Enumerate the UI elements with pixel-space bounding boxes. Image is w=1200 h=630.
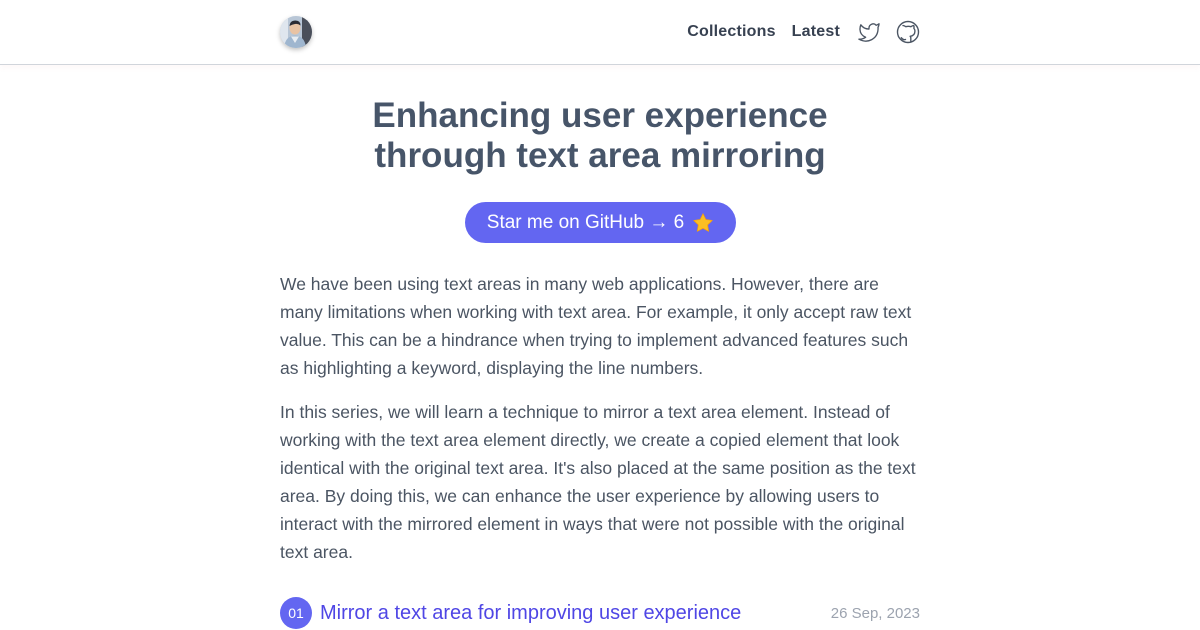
star-icon [693,212,713,232]
star-button-label: Star me on GitHub → 6 [486,211,685,233]
title-line-1: Enhancing user experience [372,96,828,135]
title-line-2: through text area mirroring [374,136,826,175]
nav-latest[interactable]: Latest [792,23,840,41]
main-nav: Collections Latest [687,20,920,44]
post-title-link[interactable]: Mirror a text area for improving user ex… [320,602,741,625]
nav-collections[interactable]: Collections [687,23,775,41]
intro-paragraph-2: In this series, we will learn a techniqu… [280,402,916,562]
avatar-image [280,16,312,48]
github-icon[interactable] [896,20,920,44]
avatar[interactable] [280,16,312,48]
star-on-github-button[interactable]: Star me on GitHub → 6 [465,202,736,243]
site-header: Collections Latest [0,0,1200,65]
header-inner: Collections Latest [280,0,920,64]
post-date: 26 Sep, 2023 [830,604,920,622]
list-item: 01 Mirror a text area for improving user… [280,597,920,629]
intro-paragraph-1: We have been using text areas in many we… [280,274,912,378]
twitter-icon[interactable] [856,20,880,44]
page-title: Enhancing user experience through text a… [280,96,920,176]
post-number-badge: 01 [280,597,312,629]
